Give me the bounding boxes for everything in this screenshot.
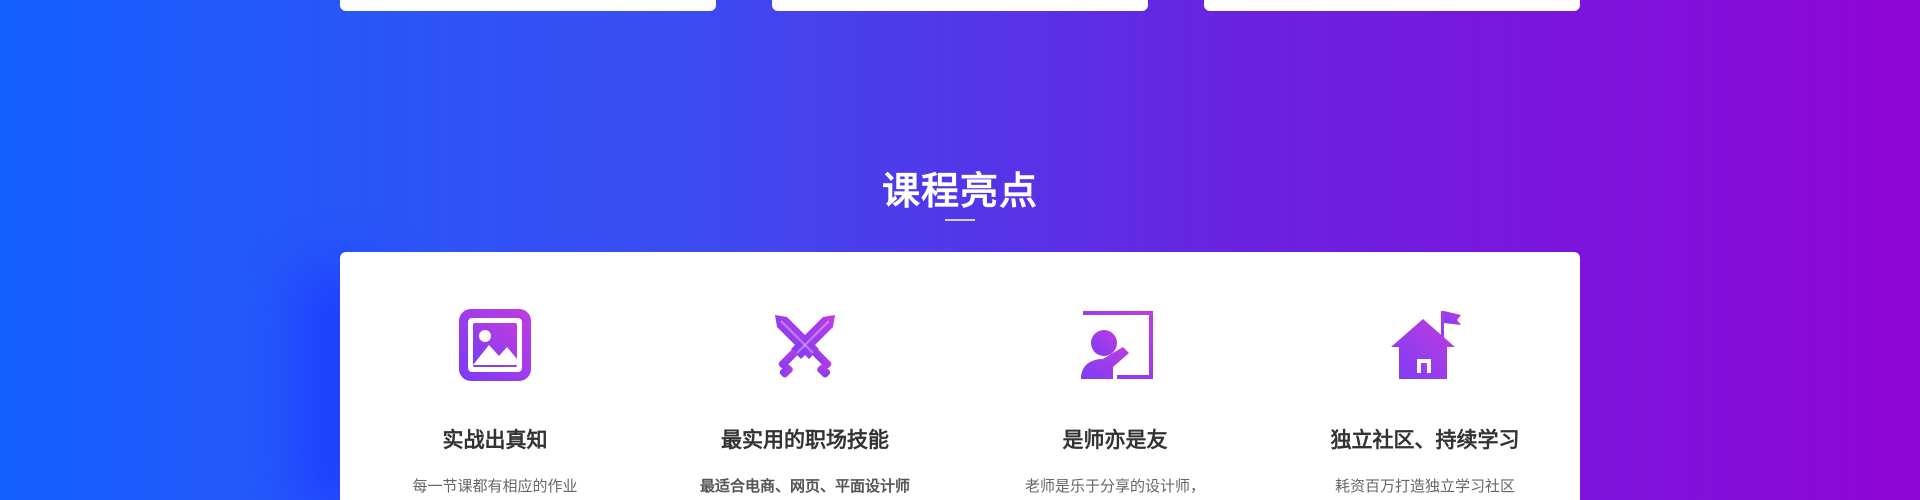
feature-description: 每一节课都有相应的作业 [412, 477, 578, 495]
picture-icon [457, 307, 533, 383]
section-title: 课程亮点 [881, 169, 1038, 213]
feature-description: 耗资百万打造独立学习社区 [1334, 477, 1515, 495]
feature-title: 是师亦是友 [1062, 428, 1168, 452]
feature-description: 老师是乐于分享的设计师， [1024, 477, 1205, 495]
top-card [1204, 0, 1580, 11]
top-card [772, 0, 1148, 11]
teacher-board-icon [1077, 307, 1153, 383]
title-underline [945, 219, 975, 221]
top-card [340, 0, 716, 11]
highlights-panel: 实战出真知 每一节课都有相应的作业 最实用的职场技能 最适合电商、网页、平面设计… [340, 252, 1580, 500]
feature-title: 实战出真知 [442, 428, 548, 452]
feature-title: 最实用的职场技能 [721, 428, 889, 452]
house-flag-icon [1387, 307, 1463, 383]
feature-description: 最适合电商、网页、平面设计师 [699, 477, 910, 495]
feature-title: 独立社区、持续学习 [1330, 428, 1520, 452]
crossed-swords-icon [767, 307, 843, 383]
